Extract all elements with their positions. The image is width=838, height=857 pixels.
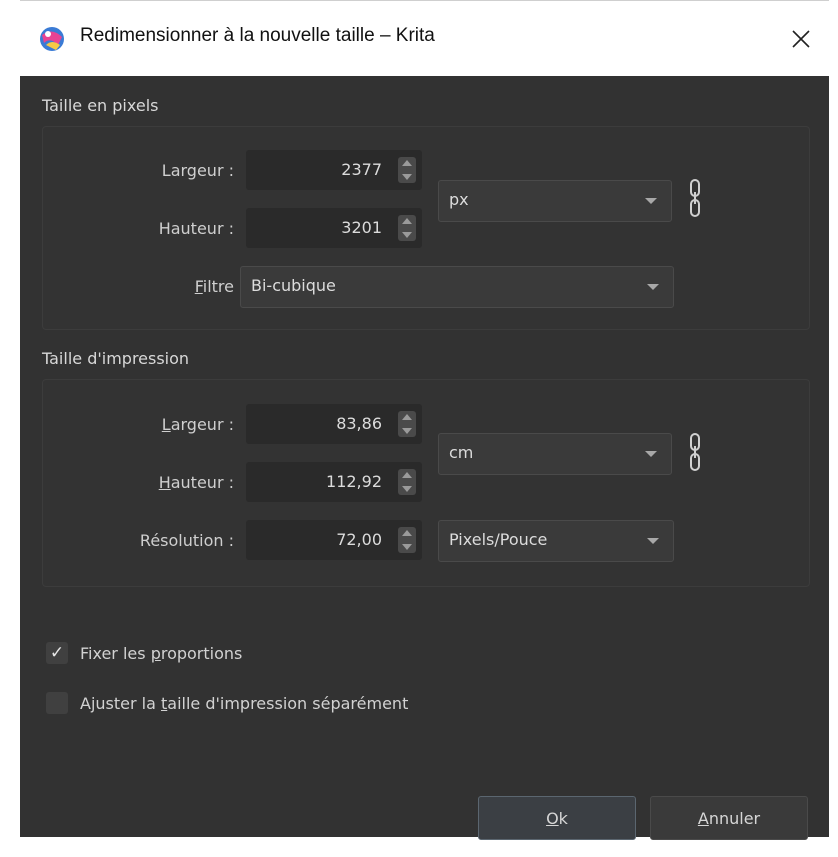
print-width-label-accel: L xyxy=(161,415,171,434)
keep-ratio-checkbox-row[interactable]: ✓ Fixer les proportions xyxy=(46,639,242,667)
window-title: Redimensionner à la nouvelle taille – Kr… xyxy=(80,25,435,46)
pixel-unit-value: px xyxy=(449,190,469,209)
resolution-value: 72,00 xyxy=(336,530,382,549)
filter-dropdown[interactable]: Bi-cubique xyxy=(240,266,674,308)
window-frame-left xyxy=(0,0,20,857)
ok-button-accel: O xyxy=(546,808,559,828)
print-size-group xyxy=(42,379,810,587)
filter-label-rest: iltre xyxy=(202,277,234,296)
chain-link-icon[interactable] xyxy=(688,178,702,218)
cancel-button-accel: A xyxy=(697,808,709,828)
separate-print-checkbox[interactable] xyxy=(46,692,68,714)
print-width-value: 83,86 xyxy=(336,414,382,433)
spin-arrows-icon[interactable] xyxy=(398,469,416,495)
pixel-height-spinbox[interactable]: 3201 xyxy=(246,208,422,248)
spin-arrows-icon[interactable] xyxy=(398,215,416,241)
pixel-width-label: Largeur : xyxy=(161,161,234,180)
resolution-label: Résolution : xyxy=(139,531,234,550)
print-width-spinbox[interactable]: 83,86 xyxy=(246,404,422,444)
spin-arrows-icon[interactable] xyxy=(398,157,416,183)
separate-print-label-pre: Ajuster la xyxy=(80,693,161,713)
keep-ratio-label-pre: Fixer les xyxy=(80,643,151,663)
ok-button-rest: k xyxy=(558,808,568,828)
chevron-down-icon xyxy=(645,451,657,457)
window-frame-right xyxy=(829,0,838,857)
pixel-height-value: 3201 xyxy=(341,218,382,237)
cancel-button-rest: nnuler xyxy=(708,808,761,828)
print-height-label-accel: H xyxy=(158,473,171,492)
filter-value: Bi-cubique xyxy=(251,276,336,295)
print-height-label-rest: auteur : xyxy=(170,473,234,492)
chevron-down-icon xyxy=(645,198,657,204)
print-unit-value: cm xyxy=(449,443,474,462)
keep-ratio-label-post: roportions xyxy=(160,643,243,663)
resolution-unit-value: Pixels/Pouce xyxy=(449,530,548,549)
print-size-section-title: Taille d'impression xyxy=(42,349,190,368)
print-width-label-rest: argeur : xyxy=(170,415,234,434)
keep-ratio-label-accel: p xyxy=(150,643,161,663)
cancel-button[interactable]: Annuler xyxy=(650,796,808,840)
keep-ratio-checkbox[interactable]: ✓ xyxy=(46,642,68,664)
pixel-width-spinbox[interactable]: 2377 xyxy=(246,150,422,190)
krita-icon xyxy=(40,27,64,51)
spin-arrows-icon[interactable] xyxy=(398,527,416,553)
print-unit-dropdown[interactable]: cm xyxy=(438,433,672,475)
print-height-value: 112,92 xyxy=(326,472,382,491)
separate-print-label: Ajuster la taille d'impression séparémen… xyxy=(80,694,408,713)
resize-dialog: Taille en pixels Largeur : 2377 Hauteur … xyxy=(20,76,829,840)
chevron-down-icon xyxy=(647,284,659,290)
pixel-width-value: 2377 xyxy=(341,160,382,179)
title-bar[interactable]: Redimensionner à la nouvelle taille – Kr… xyxy=(20,0,829,77)
close-icon xyxy=(792,30,810,48)
spin-arrows-icon[interactable] xyxy=(398,411,416,437)
keep-ratio-label: Fixer les proportions xyxy=(80,644,242,663)
print-height-label: Hauteur : xyxy=(159,473,234,492)
window-frame-bottom xyxy=(0,837,838,857)
resolution-spinbox[interactable]: 72,00 xyxy=(246,520,422,560)
separate-print-label-post: aille d'impression séparément xyxy=(167,693,409,713)
chevron-down-icon xyxy=(647,538,659,544)
resolution-unit-dropdown[interactable]: Pixels/Pouce xyxy=(438,520,674,562)
filter-label-accel: F xyxy=(194,277,203,296)
pixel-height-label: Hauteur : xyxy=(158,219,234,238)
separate-print-checkbox-row[interactable]: Ajuster la taille d'impression séparémen… xyxy=(46,689,408,717)
filter-label: Filtre xyxy=(195,277,234,296)
pixel-size-section-title: Taille en pixels xyxy=(42,96,159,115)
ok-button[interactable]: Ok xyxy=(478,796,636,840)
chain-link-icon[interactable] xyxy=(688,432,702,472)
close-button[interactable] xyxy=(781,19,821,59)
pixel-unit-dropdown[interactable]: px xyxy=(438,180,672,222)
print-height-spinbox[interactable]: 112,92 xyxy=(246,462,422,502)
print-width-label: Largeur : xyxy=(162,415,234,434)
